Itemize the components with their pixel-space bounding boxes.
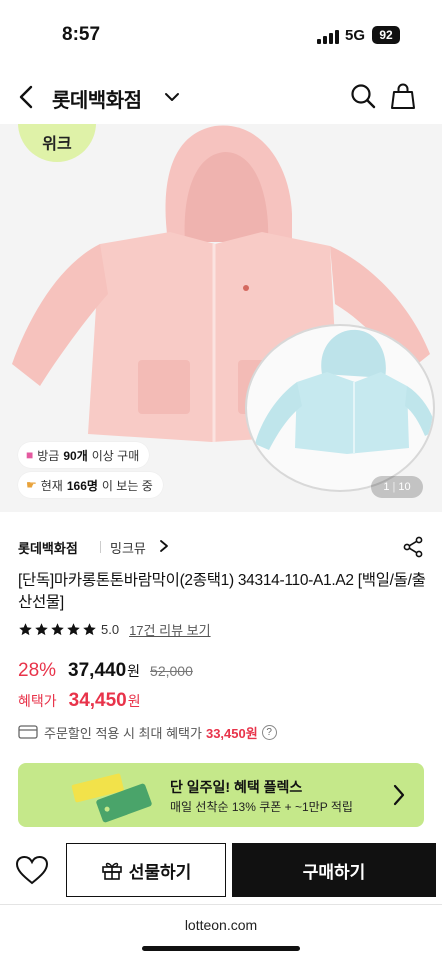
star-icon <box>19 622 32 635</box>
brand-link[interactable]: 밍크뮤 <box>110 538 146 557</box>
image-counter-current: 1 <box>383 481 390 493</box>
share-icon[interactable] <box>402 536 424 558</box>
stat-count: 166명 <box>66 478 98 493</box>
browser-footer: lotteon.com <box>0 904 442 960</box>
stat-suffix: 이 보는 중 <box>101 478 153 493</box>
home-indicator[interactable] <box>142 946 300 951</box>
star-icon <box>51 622 64 635</box>
star-icon <box>83 622 96 635</box>
chevron-right-icon <box>393 784 405 806</box>
chevron-down-icon[interactable] <box>162 87 182 107</box>
divider <box>100 541 101 553</box>
rating-stars <box>18 622 97 637</box>
event-badge-text: 위크 <box>42 136 72 153</box>
original-price: 52,000 <box>150 663 193 679</box>
back-icon[interactable] <box>14 82 40 112</box>
seller-name[interactable]: 롯데백화점 <box>18 538 78 557</box>
stat-count: 90개 <box>63 448 88 463</box>
viewer-stat-badge: ☛ 현재 166명 이 보는 중 <box>18 472 163 498</box>
promo-subtitle: 매일 선착순 13% 쿠폰 + ~1만P 적립 <box>170 800 353 814</box>
currency-unit: 원 <box>127 693 141 709</box>
shopping-bag-icon[interactable] <box>390 81 416 111</box>
discount-rate: 28% <box>18 660 57 681</box>
gift-button-label: 선물하기 <box>128 862 192 882</box>
search-icon[interactable] <box>349 82 377 110</box>
stat-prefix: 현재 <box>40 478 63 493</box>
rating-value: 5.0 <box>101 621 120 637</box>
status-time: 8:57 <box>62 24 101 45</box>
benefit-price-label: 혜택가 <box>18 693 57 709</box>
stat-suffix: 이상 구매 <box>91 448 140 463</box>
star-icon <box>35 622 48 635</box>
seller-row: 롯데백화점 밍크뮤 <box>18 536 424 558</box>
gift-button[interactable]: 선물하기 <box>66 843 226 897</box>
signal-icon <box>317 30 339 44</box>
product-name: [단독]마카롱톤톤바람막이(2종택1) 34314-110-A1.A2 [백일/… <box>18 572 426 611</box>
heart-icon[interactable] <box>14 854 50 886</box>
price-row: 28% 37,440 원 52,000 <box>18 660 193 688</box>
coupon-illustration <box>71 773 152 823</box>
currency-unit: 원 <box>127 663 141 679</box>
network-type: 5G <box>345 27 366 44</box>
help-icon[interactable]: ? <box>261 724 277 740</box>
shopping-bag-icon: ■ <box>26 448 34 462</box>
image-counter-total: 10 <box>398 481 411 493</box>
url-bar[interactable]: lotteon.com <box>0 917 442 933</box>
star-icon <box>67 622 80 635</box>
image-counter: 1 | 10 <box>371 476 423 498</box>
product-photo-blue-jacket <box>255 329 433 454</box>
rating-row: 5.0 17건 리뷰 보기 <box>18 620 211 638</box>
promo-title: 단 일주일! 혜택 플렉스 <box>170 779 303 795</box>
promo-banner[interactable]: 단 일주일! 혜택 플렉스 매일 선착순 13% 쿠폰 + ~1만P 적립 <box>18 763 424 827</box>
stat-prefix: 방금 <box>37 448 60 463</box>
buy-button[interactable]: 구매하기 <box>232 843 436 897</box>
order-discount-text: 주문할인 적용 시 최대 혜택가 <box>44 725 202 741</box>
battery-icon: 92 <box>372 26 400 44</box>
page-title[interactable]: 롯데백화점 <box>52 84 142 113</box>
credit-card-icon <box>18 725 38 739</box>
buy-button-label: 구매하기 <box>302 862 366 882</box>
color-option-thumbnail <box>245 324 435 492</box>
review-link[interactable]: 17건 리뷰 보기 <box>129 620 210 639</box>
gift-icon <box>101 862 122 880</box>
sale-price: 37,440 <box>68 660 127 681</box>
bottom-action-bar: 선물하기 구매하기 <box>0 842 442 898</box>
status-bar: 8:57 5G 92 <box>0 0 442 70</box>
benefit-price: 34,450 <box>68 690 127 711</box>
order-max-price: 33,450원 <box>205 725 258 741</box>
product-image-carousel[interactable]: 위크 ■ 방금 90개 이상 구매 ☛ 현재 166명 이 보는 중 1 | 1… <box>0 124 442 512</box>
app-header: 롯데백화점 <box>0 70 442 124</box>
pointing-hand-icon: ☛ <box>26 478 37 492</box>
benefit-price-row: 혜택가 34,450 원 <box>18 690 141 718</box>
purchase-stat-badge: ■ 방금 90개 이상 구매 <box>18 442 150 468</box>
chevron-right-icon[interactable] <box>158 539 170 553</box>
order-discount-row[interactable]: 주문할인 적용 시 최대 혜택가 33,450원 ? <box>18 722 277 742</box>
